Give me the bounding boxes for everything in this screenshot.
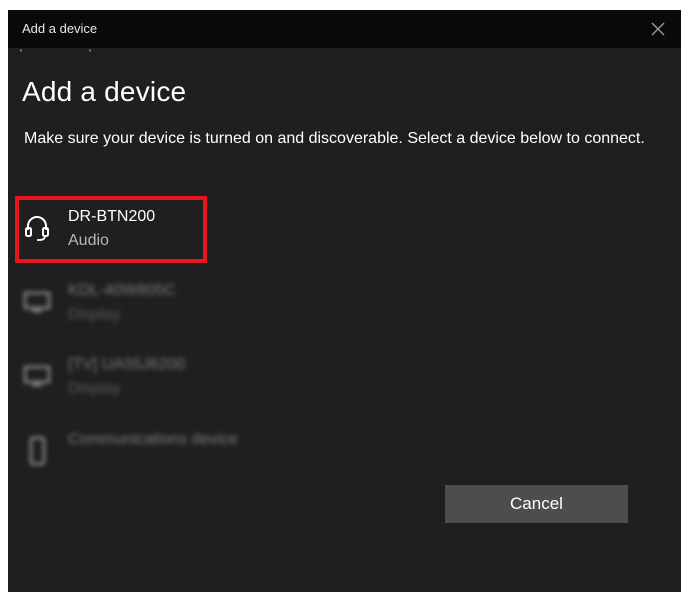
device-type: Display	[68, 380, 121, 397]
device-type: Display	[68, 306, 121, 323]
monitor-icon	[23, 291, 51, 313]
instruction-text: Make sure your device is turned on and d…	[24, 130, 645, 147]
device-item-display-2[interactable]: [TV] UA55J6200 Display	[22, 356, 322, 414]
device-name: Communications device	[68, 431, 238, 448]
device-item-display-1[interactable]: KDL-40W805C Display	[22, 282, 322, 340]
window-title: Add a device	[22, 21, 98, 36]
selection-highlight	[15, 196, 207, 263]
phone-icon	[29, 436, 46, 466]
device-name: KDL-40W805C	[68, 282, 176, 299]
page-title: Add a device	[22, 76, 187, 107]
progress-dots	[19, 49, 92, 52]
cancel-button[interactable]: Cancel	[445, 485, 628, 523]
device-item-communications[interactable]: Communications device	[22, 431, 322, 489]
add-device-dialog: Add a device Add a device Make sure your…	[8, 10, 681, 592]
close-icon[interactable]	[645, 16, 671, 42]
title-bar: Add a device	[8, 10, 681, 48]
monitor-icon	[23, 365, 51, 387]
device-name: [TV] UA55J6200	[68, 356, 186, 373]
